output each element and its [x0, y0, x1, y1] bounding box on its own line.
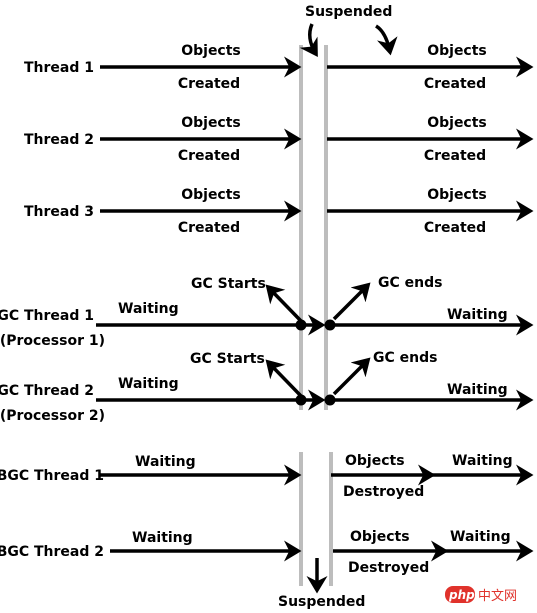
right-bottom-label: Created [424, 148, 486, 164]
left-bottom-label: Created [178, 148, 240, 164]
gc-thread-label: GC Thread 2 [0, 383, 94, 399]
gc-end-arrow [332, 357, 371, 396]
left-bottom-label: Created [178, 76, 240, 92]
event-dot [324, 319, 336, 331]
thread-label: Thread 1 [24, 60, 94, 76]
thread-label: Thread 3 [24, 204, 94, 220]
gc-start-label: GC Starts [190, 351, 265, 367]
left-top-label: Objects [181, 187, 241, 203]
destroyed-label: Destroyed [343, 484, 424, 500]
waiting-left-label: Waiting [118, 376, 179, 392]
thread-label: Thread 2 [24, 132, 94, 148]
gc-end-arrow [332, 282, 371, 321]
waiting-right-label: Waiting [450, 529, 511, 545]
left-top-label: Objects [181, 43, 241, 59]
gc-end-label: GC ends [373, 350, 437, 366]
gc-diagram: Suspended Thread 1 Objects Created Objects C… [0, 4, 534, 610]
right-bottom-label: Created [424, 220, 486, 236]
event-dot [324, 394, 336, 406]
waiting-right-label: Waiting [447, 382, 508, 398]
waiting-right-label: Waiting [452, 453, 513, 469]
suspended-top-label: Suspended [305, 4, 392, 20]
suspended-arrow-left [299, 23, 318, 57]
objects-label: Objects [345, 453, 405, 469]
right-bottom-label: Created [424, 76, 486, 92]
suspended-bottom-label: Suspended [278, 594, 365, 610]
svg-text:php: php [448, 588, 475, 602]
gc-start-arrow [265, 284, 303, 323]
objects-label: Objects [350, 529, 410, 545]
processor-label: (Processor 2) [0, 408, 105, 424]
gc-start-label: GC Starts [191, 276, 266, 292]
svg-text:中文网: 中文网 [478, 589, 517, 604]
event-dot [295, 319, 307, 331]
gc-thread-label: GC Thread 1 [0, 308, 94, 324]
event-dot [295, 394, 307, 406]
right-top-label: Objects [427, 43, 487, 59]
left-top-label: Objects [181, 115, 241, 131]
destroyed-label: Destroyed [348, 560, 429, 576]
gc-end-label: GC ends [378, 275, 442, 291]
waiting-left-label: Waiting [132, 530, 193, 546]
watermark-logo: php 中文网 [445, 586, 517, 604]
suspended-arrow-right [375, 24, 398, 56]
waiting-left-label: Waiting [135, 454, 196, 470]
bgc-thread-label: BGC Thread 2 [0, 544, 104, 560]
waiting-left-label: Waiting [118, 301, 179, 317]
right-top-label: Objects [427, 115, 487, 131]
gc-start-arrow [265, 359, 303, 398]
right-top-label: Objects [427, 187, 487, 203]
bgc-thread-label: BGC Thread 1 [0, 468, 104, 484]
left-bottom-label: Created [178, 220, 240, 236]
waiting-right-label: Waiting [447, 307, 508, 323]
processor-label: (Processor 1) [0, 333, 105, 349]
